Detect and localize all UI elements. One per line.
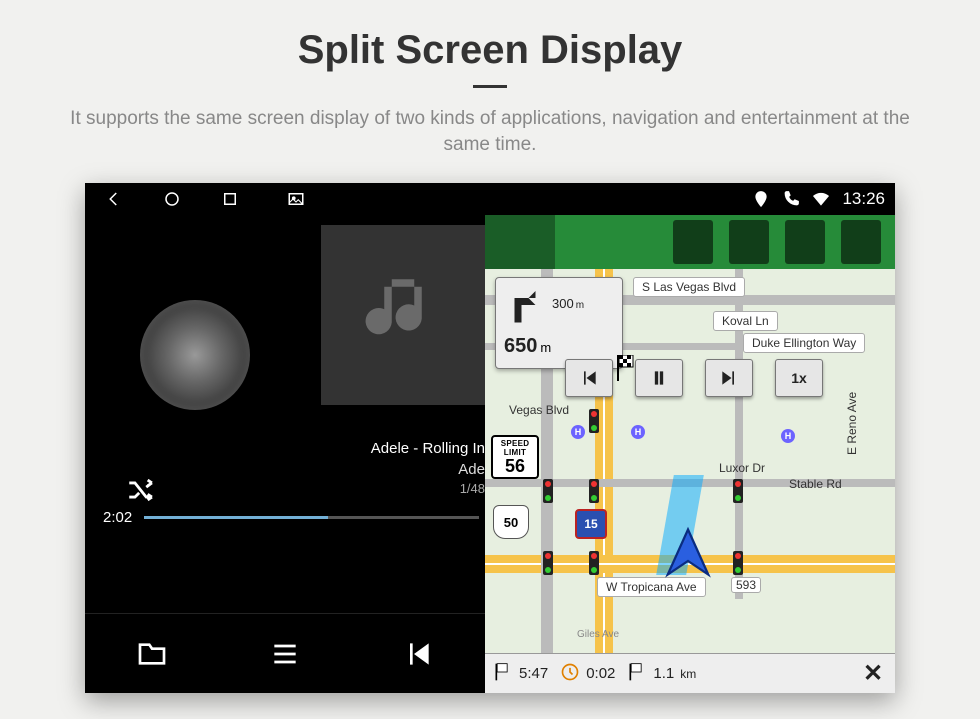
interstate-shield: 15 bbox=[575, 509, 607, 539]
street-label: Vegas Blvd bbox=[501, 401, 577, 419]
distance-unit: km bbox=[680, 667, 696, 681]
location-icon bbox=[752, 190, 770, 208]
street-label: S Las Vegas Blvd bbox=[633, 277, 745, 297]
traffic-light-icon bbox=[543, 479, 553, 503]
traffic-light-icon bbox=[589, 479, 599, 503]
eta-flag-icon bbox=[493, 662, 513, 686]
track-counter: 1/48 bbox=[460, 480, 485, 498]
vehicle-cursor-icon bbox=[661, 525, 715, 579]
eta-value: 5:47 bbox=[519, 665, 548, 682]
hotel-poi-icon: H bbox=[631, 425, 645, 439]
speed-limit-label: SPEED bbox=[493, 439, 537, 448]
traffic-light-icon bbox=[589, 551, 599, 575]
traffic-light-icon bbox=[733, 479, 743, 503]
street-label: Koval Ln bbox=[713, 311, 778, 331]
progress-bar[interactable] bbox=[144, 516, 479, 519]
map-next-button[interactable] bbox=[705, 359, 753, 397]
home-round-button[interactable] bbox=[140, 300, 250, 410]
turn-distance-unit: m bbox=[540, 340, 551, 355]
wifi-icon bbox=[812, 190, 830, 208]
clock-icon bbox=[560, 662, 580, 686]
lane-arrow-icon bbox=[729, 220, 769, 264]
turn-left-icon bbox=[504, 284, 546, 331]
map-speed-button[interactable]: 1x bbox=[775, 359, 823, 397]
shuffle-button[interactable] bbox=[125, 473, 159, 512]
status-time: 13:26 bbox=[842, 189, 885, 209]
lane-arrow-icon bbox=[785, 220, 825, 264]
lane-arrow-icon bbox=[673, 220, 713, 264]
track-title: Adele - Rolling In bbox=[371, 439, 485, 459]
street-label: W Tropicana Ave bbox=[597, 577, 706, 597]
hotel-poi-icon: H bbox=[781, 429, 795, 443]
street-number: 593 bbox=[731, 577, 761, 593]
distance-flag-icon bbox=[627, 662, 647, 686]
time-remaining: 0:02 bbox=[586, 665, 615, 682]
nav-bottom-bar: 5:47 0:02 1.1 km ✕ bbox=[485, 653, 895, 693]
map-speed-label: 1x bbox=[791, 370, 807, 386]
music-pane: Adele - Rolling In Ade 1/48 2:02 bbox=[85, 215, 485, 693]
street-label: Stable Rd bbox=[781, 475, 850, 493]
traffic-light-icon bbox=[589, 409, 599, 433]
hotel-poi-icon: H bbox=[571, 425, 585, 439]
destination-flag-icon bbox=[615, 355, 637, 386]
album-art-placeholder bbox=[321, 225, 485, 405]
street-label: Luxor Dr bbox=[711, 459, 773, 477]
music-note-icon bbox=[358, 268, 448, 363]
back-icon[interactable] bbox=[105, 190, 123, 208]
lane-arrow-icon bbox=[841, 220, 881, 264]
title-underline bbox=[473, 85, 507, 88]
device-frame: 13:26 Adele - Rolling In Ade 1/48 bbox=[85, 183, 895, 693]
phone-icon bbox=[782, 190, 800, 208]
then-distance-unit: m bbox=[576, 300, 584, 311]
highway-shield: 50 bbox=[493, 505, 529, 539]
turn-distance: 650 bbox=[504, 335, 537, 358]
speed-limit-sign: SPEED LIMIT 56 bbox=[491, 435, 539, 479]
speed-limit-value: 56 bbox=[493, 457, 537, 475]
traffic-light-icon bbox=[543, 551, 553, 575]
street-label: Duke Ellington Way bbox=[743, 333, 865, 353]
street-label: E Reno Ave bbox=[843, 384, 861, 463]
lane-guidance-fill bbox=[485, 215, 555, 269]
folder-button[interactable] bbox=[132, 634, 172, 674]
previous-track-button[interactable] bbox=[398, 634, 438, 674]
street-label: Giles Ave bbox=[569, 627, 627, 642]
then-distance: 300 bbox=[552, 296, 574, 311]
track-artist: Ade bbox=[458, 460, 485, 480]
home-icon[interactable] bbox=[163, 190, 181, 208]
navigation-pane: 300 m 650 m bbox=[485, 215, 895, 693]
picture-icon bbox=[287, 190, 305, 208]
traffic-light-icon bbox=[733, 551, 743, 575]
lane-guidance-bar bbox=[485, 215, 895, 269]
page-title: Split Screen Display bbox=[298, 28, 683, 73]
nav-close-button[interactable]: ✕ bbox=[859, 660, 887, 688]
turn-instruction-box: 300 m 650 m bbox=[495, 277, 623, 369]
recent-apps-icon[interactable] bbox=[221, 190, 239, 208]
status-bar: 13:26 bbox=[85, 183, 895, 215]
distance-value: 1.1 bbox=[653, 665, 674, 682]
page-subtitle: It supports the same screen display of t… bbox=[50, 106, 930, 157]
map-prev-button[interactable] bbox=[565, 359, 613, 397]
map-pause-button[interactable] bbox=[635, 359, 683, 397]
map-playback-controls: 1x bbox=[565, 359, 823, 397]
playlist-button[interactable] bbox=[265, 634, 305, 674]
